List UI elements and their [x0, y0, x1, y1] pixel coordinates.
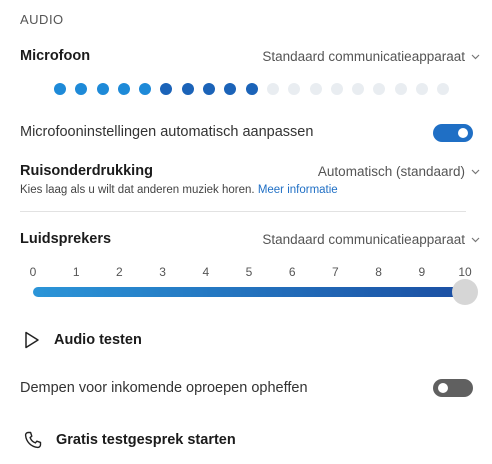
mic-level-dot — [288, 83, 301, 95]
speakers-label: Luidsprekers — [20, 231, 112, 247]
volume-slider-thumb[interactable] — [452, 279, 478, 305]
volume-tick-label: 7 — [332, 265, 339, 279]
speakers-device-value: Standaard communicatieapparaat — [262, 232, 465, 247]
unmute-incoming-toggle[interactable] — [433, 379, 473, 397]
chevron-down-icon — [471, 169, 480, 174]
volume-slider-track[interactable] — [33, 287, 465, 297]
volume-tick-label: 6 — [288, 265, 296, 279]
microphone-label: Microfoon — [20, 48, 91, 64]
volume-tick-label: 3 — [159, 265, 166, 279]
volume-tick-label: 5 — [245, 265, 253, 279]
volume-tick-label: 0 — [29, 265, 37, 279]
mic-level-dot — [245, 83, 258, 95]
mic-level-dot — [416, 83, 429, 95]
test-call-button[interactable]: Gratis testgesprek starten — [24, 431, 236, 449]
volume-tick-label: 1 — [72, 265, 80, 279]
speakers-device-select[interactable]: Standaard communicatieapparaat — [262, 232, 480, 247]
mic-level-dot — [330, 83, 343, 95]
mic-level-dot — [309, 83, 322, 95]
microphone-level-meter — [54, 83, 450, 95]
mic-level-dot — [54, 83, 66, 95]
noise-suppression-label: Ruisonderdrukking — [20, 163, 153, 179]
test-audio-label: Audio testen — [54, 332, 142, 348]
noise-suppression-select[interactable]: Automatisch (standaard) — [318, 164, 480, 179]
mic-level-dot — [437, 83, 450, 95]
volume-tick-label: 9 — [418, 265, 426, 279]
volume-scale: 0 1 2 3 4 5 6 7 8 9 10 — [26, 265, 472, 281]
toggle-knob — [458, 128, 468, 138]
toggle-knob — [438, 383, 448, 393]
divider — [20, 211, 466, 212]
noise-description-text: Kies laag als u wilt dat anderen muziek … — [20, 184, 255, 196]
microphone-device-value: Standaard communicatieapparaat — [262, 49, 465, 64]
chevron-down-icon — [471, 54, 480, 59]
noise-suppression-description: Kies laag als u wilt dat anderen muziek … — [20, 184, 338, 196]
phone-icon — [24, 431, 42, 449]
play-icon — [25, 331, 39, 349]
mic-level-dot — [224, 83, 237, 95]
mic-level-dot — [139, 83, 152, 95]
mic-level-dot — [266, 83, 279, 95]
mic-level-dot — [160, 83, 173, 95]
auto-adjust-toggle[interactable] — [433, 124, 473, 142]
mic-level-dot — [96, 83, 109, 95]
volume-tick-label: 2 — [116, 265, 123, 279]
mic-level-dot — [117, 83, 130, 95]
mic-level-dot — [203, 83, 216, 95]
mic-level-dot — [181, 83, 194, 95]
more-info-link[interactable]: Meer informatie — [258, 184, 338, 196]
volume-tick-label: 10 — [458, 265, 472, 279]
mic-level-dot — [373, 83, 386, 95]
chevron-down-icon — [471, 237, 480, 242]
test-audio-button[interactable]: Audio testen — [24, 331, 142, 349]
microphone-device-select[interactable]: Standaard communicatieapparaat — [262, 49, 480, 64]
volume-tick-label: 8 — [375, 265, 382, 279]
test-call-label: Gratis testgesprek starten — [56, 432, 236, 448]
mic-level-dot — [75, 83, 88, 95]
unmute-incoming-label: Dempen voor inkomende oproepen opheffen — [20, 380, 308, 396]
volume-tick-label: 4 — [202, 265, 210, 279]
auto-adjust-label: Microfooninstellingen automatisch aanpas… — [20, 124, 314, 140]
mic-level-dot — [352, 83, 365, 95]
mic-level-dot — [394, 83, 407, 95]
section-title-audio: AUDIO — [20, 12, 64, 27]
noise-suppression-value: Automatisch (standaard) — [317, 164, 465, 179]
